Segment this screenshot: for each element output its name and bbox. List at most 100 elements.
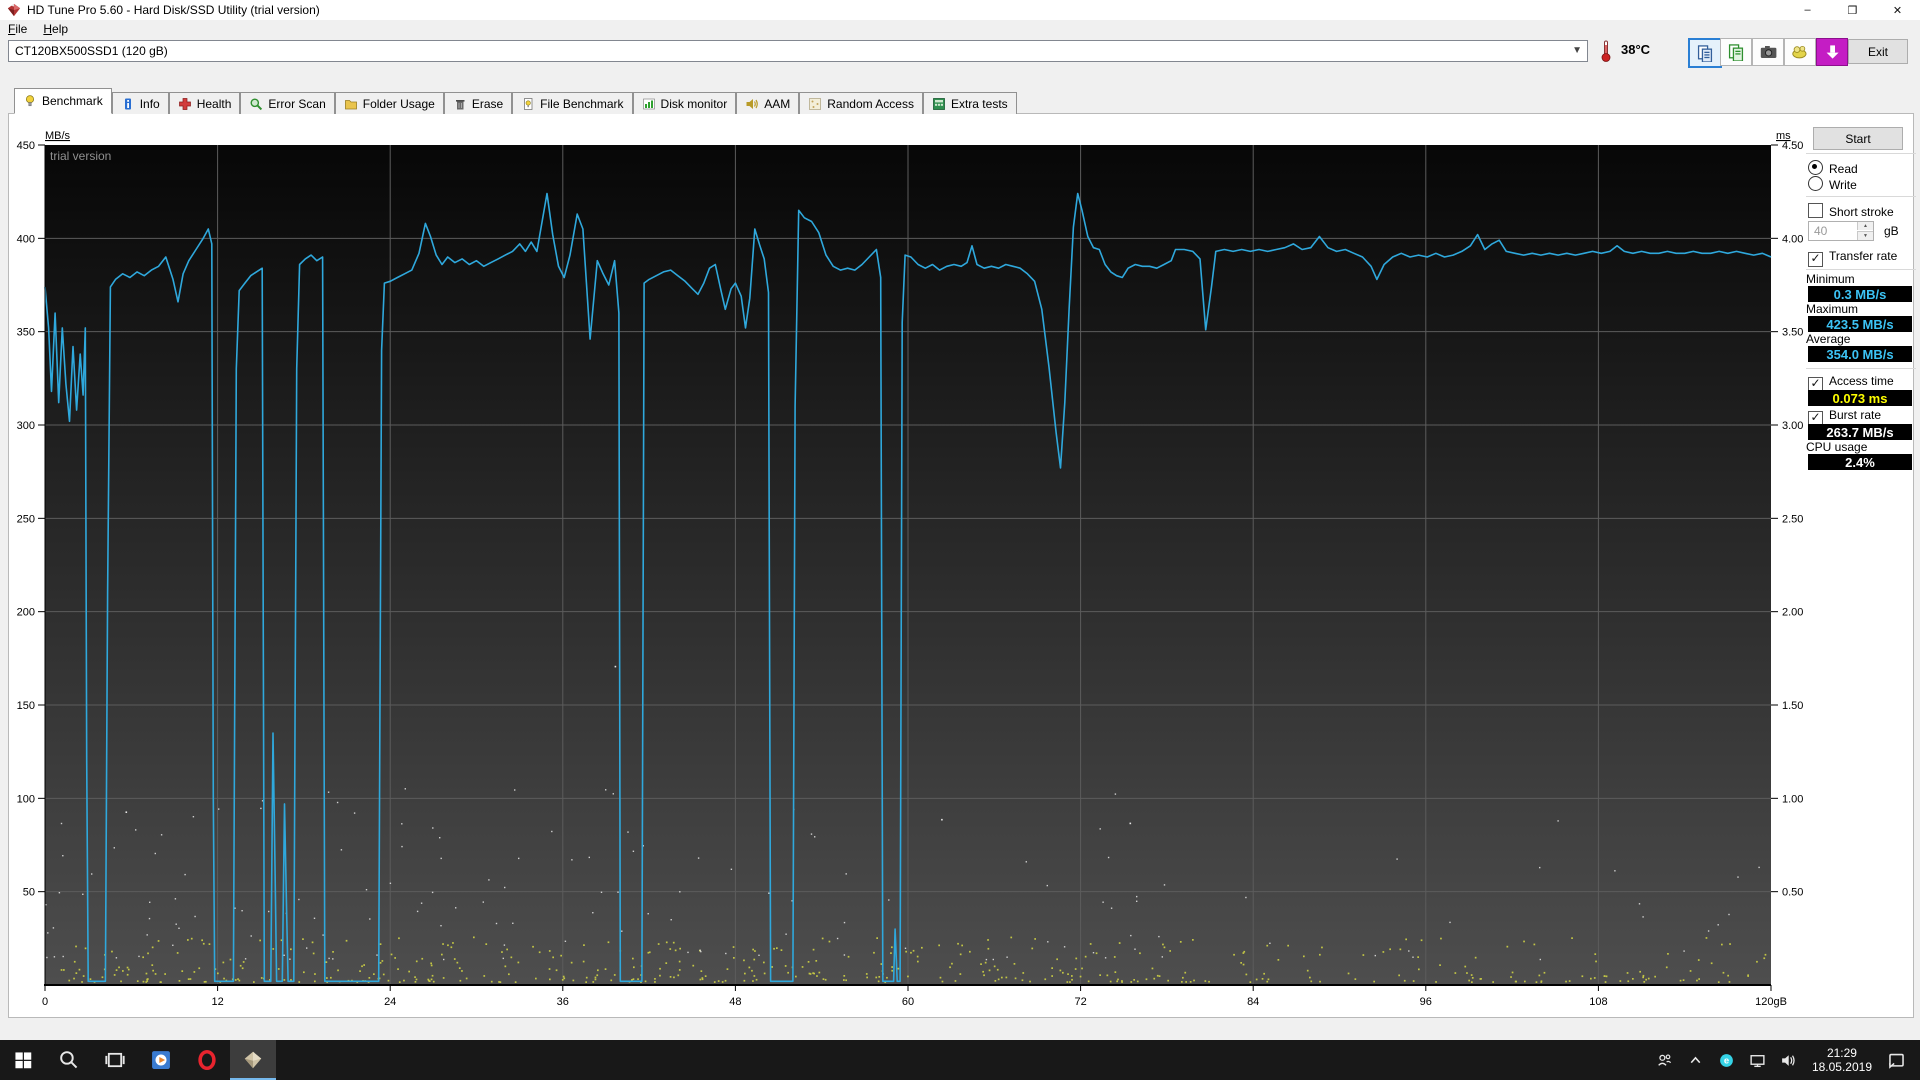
tab-label: Disk monitor [661, 97, 728, 111]
tab-aam[interactable]: AAM [736, 92, 799, 114]
minimum-value: 0.3 MB/s [1808, 286, 1912, 302]
temperature-value: 38°C [1621, 42, 1650, 57]
hdtune-window: HD Tune Pro 5.60 - Hard Disk/SSD Utility… [0, 0, 1920, 1080]
erase-icon [453, 97, 467, 111]
tab-page [8, 113, 1914, 1018]
tab-benchmark[interactable]: Benchmark [14, 88, 112, 114]
tab-label: AAM [764, 97, 790, 111]
screenshot-camera-icon [1759, 43, 1777, 61]
tab-label: Folder Usage [363, 97, 435, 111]
benchmark-icon [23, 94, 37, 108]
tab-health[interactable]: Health [169, 92, 241, 114]
radio-selected-icon [1808, 160, 1823, 175]
tab-label: File Benchmark [540, 97, 623, 111]
tab-file-benchmark[interactable]: File Benchmark [512, 92, 632, 114]
tab-label: Erase [472, 97, 503, 111]
maximum-value: 423.5 MB/s [1808, 316, 1912, 332]
aam-icon [745, 97, 759, 111]
donate-hand-icon [1791, 43, 1809, 61]
clock-date: 18.05.2019 [1812, 1060, 1872, 1074]
opera-browser-icon [196, 1049, 218, 1071]
short-stroke-checkbox[interactable]: Short stroke [1808, 203, 1894, 219]
people-icon [1656, 1052, 1673, 1069]
taskbar: e 21:29 18.05.2019 [0, 1040, 1920, 1080]
checkbox-unchecked-icon [1808, 203, 1823, 218]
export-download-icon [1823, 43, 1841, 61]
minimize-button[interactable]: – [1785, 0, 1830, 20]
checkbox-checked-icon: ✓ [1808, 252, 1823, 267]
burst-rate-value: 263.7 MB/s [1808, 424, 1912, 440]
window-title: HD Tune Pro 5.60 - Hard Disk/SSD Utility… [27, 3, 320, 17]
taskbar-taskbar-search[interactable] [46, 1040, 92, 1080]
taskbar-search-icon [58, 1049, 80, 1071]
app-icon [7, 3, 21, 17]
menu-help[interactable]: Help [35, 21, 76, 37]
taskbar-opera-browser[interactable] [184, 1040, 230, 1080]
short-stroke-stepper[interactable]: 40 ▲ ▼ [1808, 221, 1874, 241]
tray-volume[interactable] [1773, 1040, 1804, 1080]
toolbar: CT120BX500SSD1 (120 gB) ▼ 38°C Exit [0, 38, 1920, 66]
action-center-icon [1887, 1051, 1906, 1070]
tab-label: Benchmark [42, 94, 103, 108]
maximum-label: Maximum [1806, 302, 1858, 316]
tray-network[interactable] [1742, 1040, 1773, 1080]
taskbar-windows-start[interactable] [0, 1040, 46, 1080]
menu-bar: File Help [0, 20, 1920, 39]
tray-chevron-up[interactable] [1680, 1040, 1711, 1080]
tab-disk-monitor[interactable]: Disk monitor [633, 92, 737, 114]
donate-hand-button[interactable] [1784, 38, 1816, 66]
short-stroke-unit: gB [1884, 224, 1899, 238]
info-icon [121, 97, 135, 111]
average-label: Average [1806, 332, 1850, 346]
transfer-rate-checkbox[interactable]: ✓Transfer rate [1808, 249, 1897, 267]
tray-eset[interactable]: e [1711, 1040, 1742, 1080]
system-tray: e 21:29 18.05.2019 [1649, 1040, 1920, 1080]
taskbar-clock[interactable]: 21:29 18.05.2019 [1804, 1046, 1880, 1074]
device-select-value: CT120BX500SSD1 (120 gB) [15, 44, 168, 58]
tab-folder-usage[interactable]: Folder Usage [335, 92, 444, 114]
random-access-icon [808, 97, 822, 111]
read-radio[interactable]: Read [1808, 160, 1858, 176]
exit-button[interactable]: Exit [1848, 39, 1908, 64]
tab-label: Extra tests [951, 97, 1008, 111]
tab-error-scan[interactable]: Error Scan [240, 92, 334, 114]
copy-report-button[interactable] [1688, 38, 1722, 68]
close-button[interactable]: ✕ [1875, 0, 1920, 20]
tab-random-access[interactable]: Random Access [799, 92, 923, 114]
taskbar-movies-tv[interactable] [138, 1040, 184, 1080]
movies-tv-icon [150, 1049, 172, 1071]
eset-icon: e [1718, 1052, 1735, 1069]
cpu-usage-label: CPU usage [1806, 440, 1867, 454]
tray-action-center[interactable] [1880, 1040, 1920, 1080]
taskbar-task-view[interactable] [92, 1040, 138, 1080]
copy-text-icon [1727, 43, 1745, 61]
tab-info[interactable]: Info [112, 92, 169, 114]
chevron-up-icon [1687, 1052, 1704, 1069]
copy-text-button[interactable] [1720, 38, 1752, 66]
taskbar-hdtune-app[interactable] [230, 1040, 276, 1080]
radio-unselected-icon [1808, 176, 1823, 191]
cpu-usage-value: 2.4% [1808, 454, 1912, 470]
restore-button[interactable]: ❐ [1830, 0, 1875, 20]
tab-erase[interactable]: Erase [444, 92, 512, 114]
write-radio[interactable]: Write [1808, 176, 1857, 192]
file-benchmark-icon [521, 97, 535, 111]
device-select[interactable]: CT120BX500SSD1 (120 gB) ▼ [8, 40, 1588, 62]
stepper-up-icon[interactable]: ▲ [1857, 222, 1873, 230]
tab-extra-tests[interactable]: Extra tests [923, 92, 1017, 114]
menu-file[interactable]: File [0, 21, 35, 37]
copy-report-icon [1696, 44, 1714, 62]
hdtune-app-icon [242, 1049, 264, 1071]
error-scan-icon [249, 97, 263, 111]
start-button[interactable]: Start [1813, 127, 1903, 150]
folder-usage-icon [344, 97, 358, 111]
taskbar-apps [0, 1040, 276, 1080]
disk-monitor-icon [642, 97, 656, 111]
export-download-button[interactable] [1816, 38, 1848, 66]
tray-people[interactable] [1649, 1040, 1680, 1080]
volume-icon [1780, 1052, 1797, 1069]
screenshot-camera-button[interactable] [1752, 38, 1784, 66]
tab-label: Info [140, 97, 160, 111]
chevron-down-icon: ▼ [1572, 45, 1582, 56]
stepper-down-icon[interactable]: ▼ [1857, 231, 1873, 240]
